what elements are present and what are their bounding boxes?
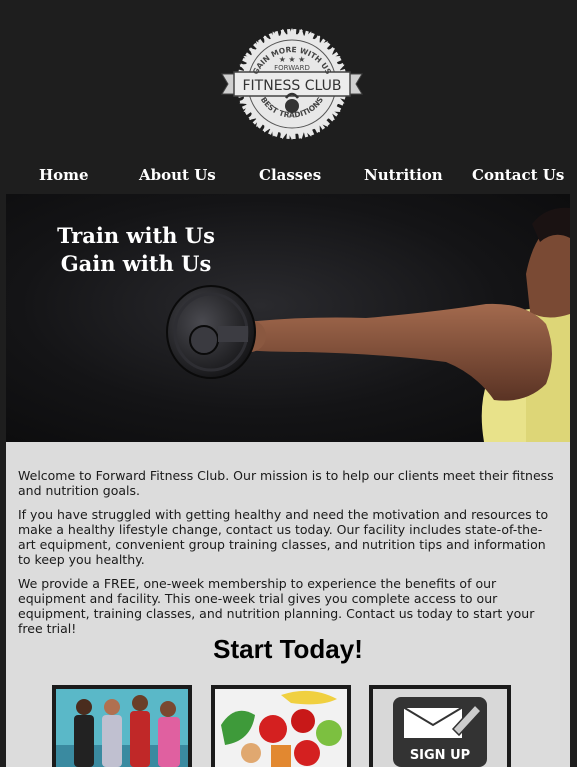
hero-line-1: Train with Us — [57, 223, 215, 248]
signup-thumbnail[interactable]: SIGN UP — [369, 685, 511, 767]
nav-classes[interactable]: Classes — [259, 166, 321, 184]
hero-line-2: Gain with Us — [60, 251, 212, 276]
start-today-heading: Start Today! — [213, 634, 363, 664]
vegetables-photo-icon — [215, 689, 347, 767]
hero-banner: Train with Us Gain with Us — [6, 194, 570, 442]
main-navigation: Home About Us Classes Nutrition Contact … — [0, 158, 577, 194]
hero-headline: Train with Us Gain with Us — [36, 222, 236, 278]
kettlebell-badge-icon: GAIN MORE WITH US BEST TRADITIONS ★ ★ ★ … — [221, 28, 363, 140]
free-trial-paragraph: We provide a FREE, one-week membership t… — [18, 576, 535, 636]
svg-text:★ ★ ★: ★ ★ ★ — [279, 55, 306, 64]
logo-subtitle: FORWARD — [274, 64, 310, 72]
intro-paragraph: Welcome to Forward Fitness Club. Our mis… — [18, 468, 554, 498]
site-header: GAIN MORE WITH US BEST TRADITIONS ★ ★ ★ … — [0, 0, 577, 158]
logo-name: FITNESS CLUB — [242, 78, 341, 94]
group-class-photo-icon — [56, 689, 188, 767]
nav-contact-us[interactable]: Contact Us — [472, 166, 564, 184]
nutrition-thumbnail[interactable] — [211, 685, 351, 767]
facility-paragraph: If you have struggled with getting healt… — [18, 507, 549, 567]
signup-graphic: SIGN UP — [373, 689, 507, 767]
signup-label: SIGN UP — [410, 748, 470, 763]
main-content: Welcome to Forward Fitness Club. Our mis… — [6, 442, 570, 767]
nav-home[interactable]: Home — [39, 166, 89, 184]
nav-about-us[interactable]: About Us — [139, 166, 216, 184]
fitness-club-logo[interactable]: GAIN MORE WITH US BEST TRADITIONS ★ ★ ★ … — [220, 28, 364, 140]
classes-thumbnail[interactable] — [52, 685, 192, 767]
nav-nutrition[interactable]: Nutrition — [364, 166, 443, 184]
